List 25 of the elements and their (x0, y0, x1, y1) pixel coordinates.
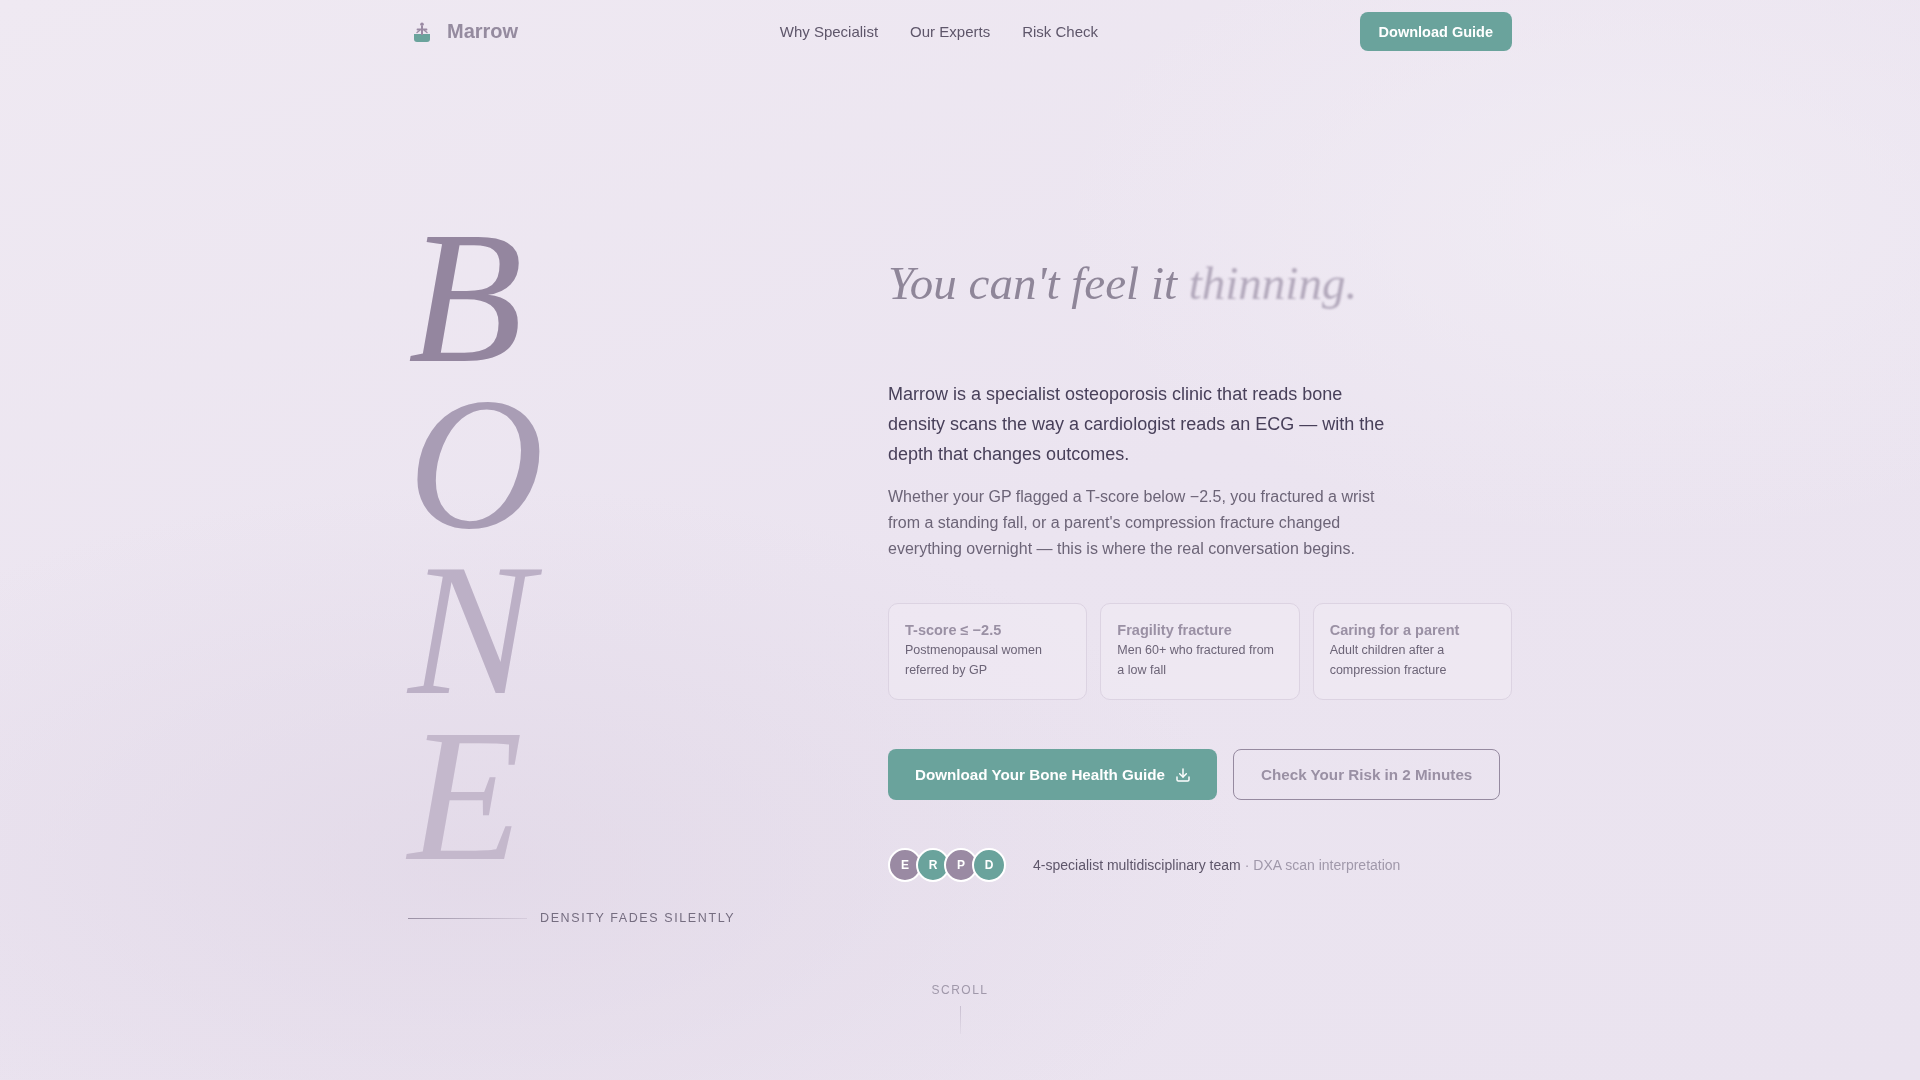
avatar: D (972, 848, 1006, 882)
nav-link[interactable]: Why Specialist (779, 23, 879, 40)
check-risk-button[interactable]: Check Your Risk in 2 Minutes (1233, 749, 1501, 800)
headline: You can't feel it thinning. (888, 256, 1359, 311)
card-description: Postmenopausal women referred by GP (905, 642, 1043, 679)
brand-name[interactable]: Marrow (447, 20, 519, 43)
team-label: 4-specialist multidisciplinary team (1033, 857, 1241, 873)
body-paragraph: Whether your GP flagged a T-score below −2.5, you fractured a wrist from a standing fall, or a parent's compression fracture changed everything overnight — this is where the real conversation begins. (888, 487, 1376, 559)
wordmark-letter: O (407, 381, 545, 547)
download-bone-guide-button[interactable]: Download Your Bone Health Guide (888, 749, 1218, 800)
nav-link[interactable]: Our Experts (910, 23, 991, 40)
nav-link[interactable]: Risk Check (1022, 23, 1098, 40)
card-title: T-score ≤ −2.5 (905, 621, 1003, 640)
card-title: Caring for a parent (1329, 621, 1461, 640)
wordmark-letter: B (407, 215, 524, 381)
lead-paragraph: Marrow is a specialist osteoporosis clinic that reads bone density scans the way a cardiologist reads an ECG — with the depth that changes outcomes. (888, 383, 1386, 466)
download-icon (1175, 766, 1192, 783)
card-title: Fragility fracture (1117, 621, 1233, 640)
card-description: Adult children after a compression fracture (1329, 642, 1448, 679)
card-description: Men 60+ who fractured from a low fall (1117, 642, 1275, 679)
download-guide-button[interactable]: Download Guide (1359, 12, 1512, 51)
logo-icon (413, 21, 431, 42)
caption-text: DENSITY FADES SILENTLY (540, 911, 736, 925)
team-detail: · DXA scan interpretation (1244, 857, 1401, 873)
scroll-label: SCROLL (931, 983, 989, 997)
